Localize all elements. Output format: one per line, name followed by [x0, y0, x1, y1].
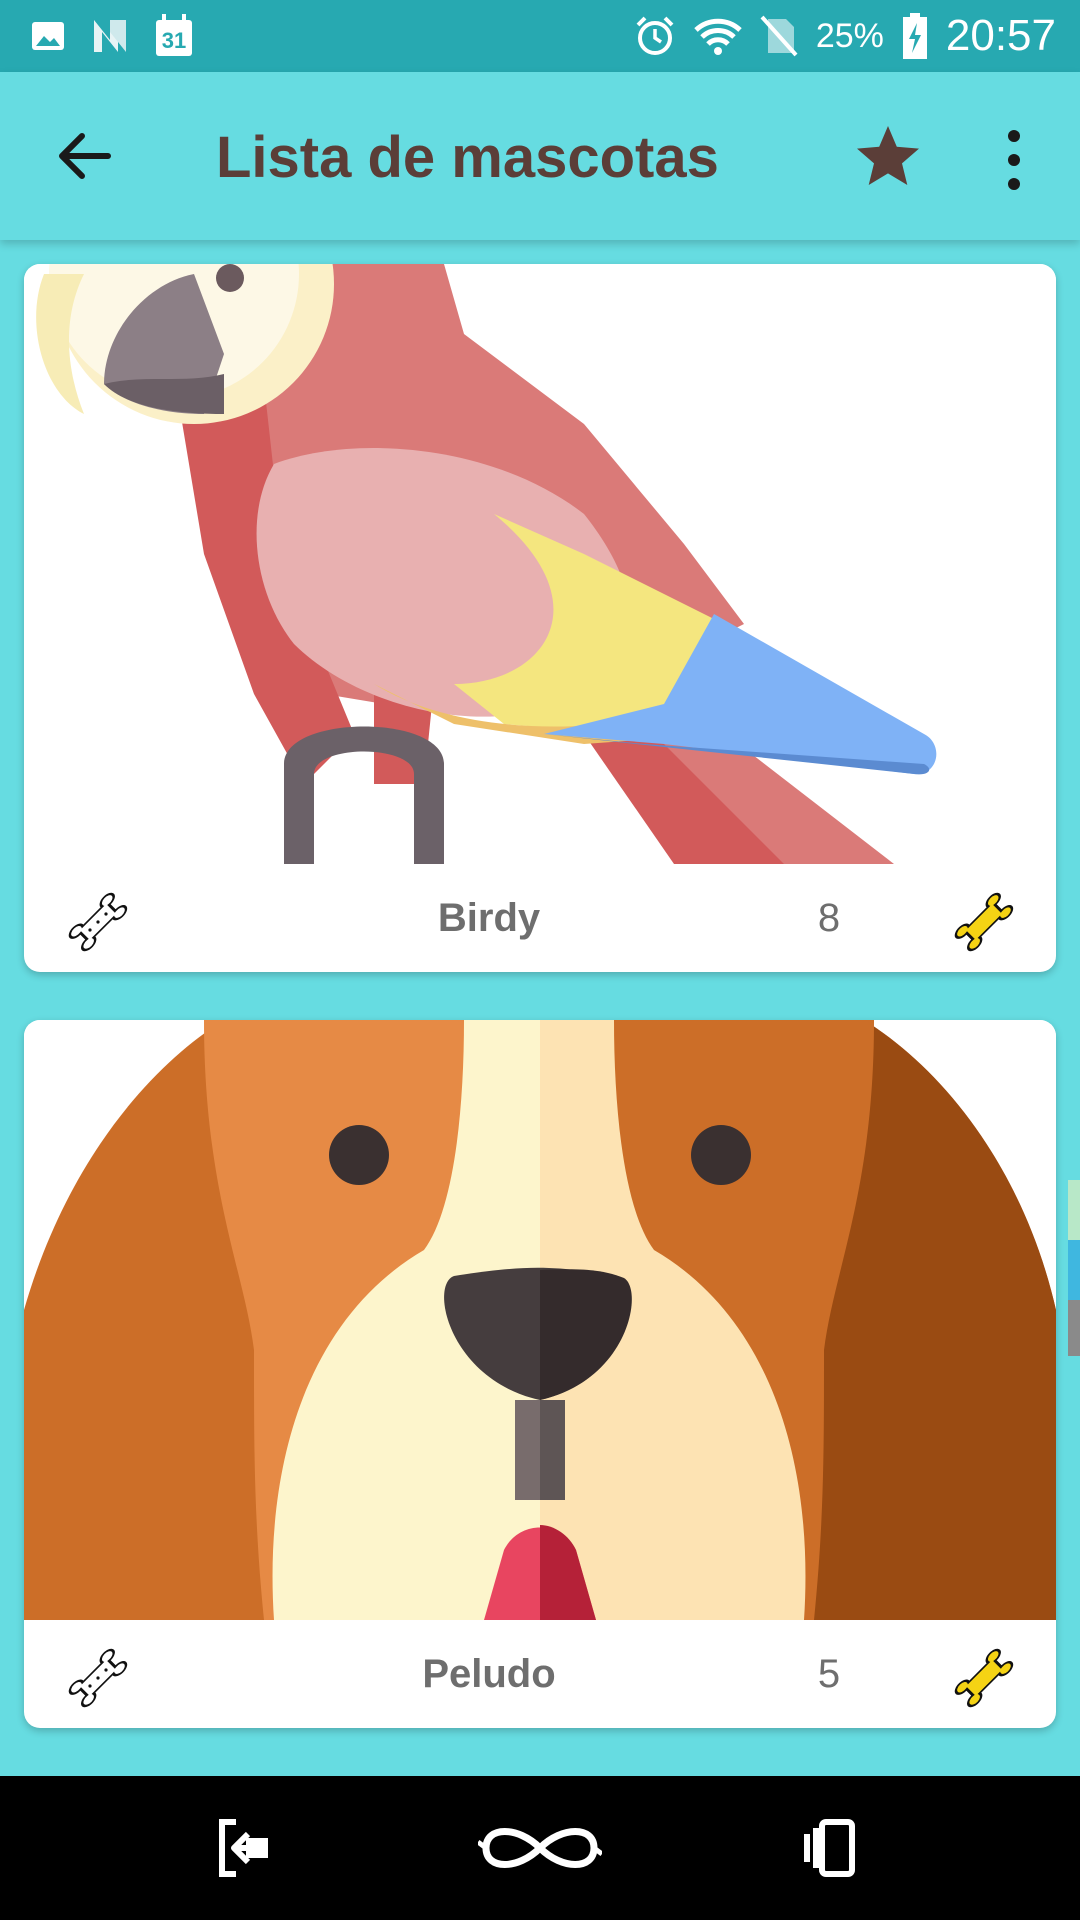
bone-outline-icon[interactable] [60, 884, 136, 960]
clock: 20:57 [945, 11, 1056, 60]
calendar-day: 31 [161, 28, 187, 53]
infinity-icon[interactable] [478, 1812, 602, 1884]
bone-filled-icon[interactable] [946, 1640, 1022, 1716]
exit-icon[interactable] [206, 1812, 278, 1884]
image-icon [32, 22, 64, 50]
battery-charging-icon [902, 13, 927, 59]
page-title: Lista de mascotas [216, 125, 719, 190]
star-icon[interactable] [852, 120, 924, 192]
pet-card[interactable]: Birdy 8 [24, 264, 1056, 972]
battery-percent: 25% [815, 16, 884, 55]
pet-name: Birdy [437, 896, 541, 940]
navigation-bar [0, 1776, 1080, 1920]
app-bar: Lista de mascotas [0, 72, 1080, 240]
bone-filled-icon[interactable] [946, 884, 1022, 960]
back-arrow-icon[interactable] [50, 122, 118, 190]
scrollbar[interactable] [1068, 1180, 1080, 1356]
wifi-icon [694, 18, 742, 55]
pet-card-footer: Birdy 8 [24, 864, 1056, 972]
status-bar: 31 25% 20:57 [0, 0, 1080, 72]
dog-illustration [24, 1020, 1056, 1620]
bone-outline-icon[interactable] [60, 1640, 136, 1716]
more-vert-icon[interactable] [996, 128, 1032, 192]
n-icon [94, 20, 126, 52]
pet-card-footer: Peludo 5 [24, 1620, 1056, 1728]
pet-rating-count: 5 [817, 1652, 841, 1696]
alarm-icon [636, 16, 674, 55]
no-sim-icon [760, 15, 798, 57]
status-notifications: 31 [30, 12, 194, 60]
pet-rating-count: 8 [817, 896, 841, 940]
calendar-icon: 31 [154, 14, 194, 58]
parrot-illustration [24, 264, 1056, 864]
pet-name: Peludo [422, 1652, 556, 1696]
recent-apps-icon[interactable] [800, 1812, 860, 1884]
status-system: 25% 20:57 [634, 10, 1056, 62]
pet-card[interactable]: Peludo 5 [24, 1020, 1056, 1728]
